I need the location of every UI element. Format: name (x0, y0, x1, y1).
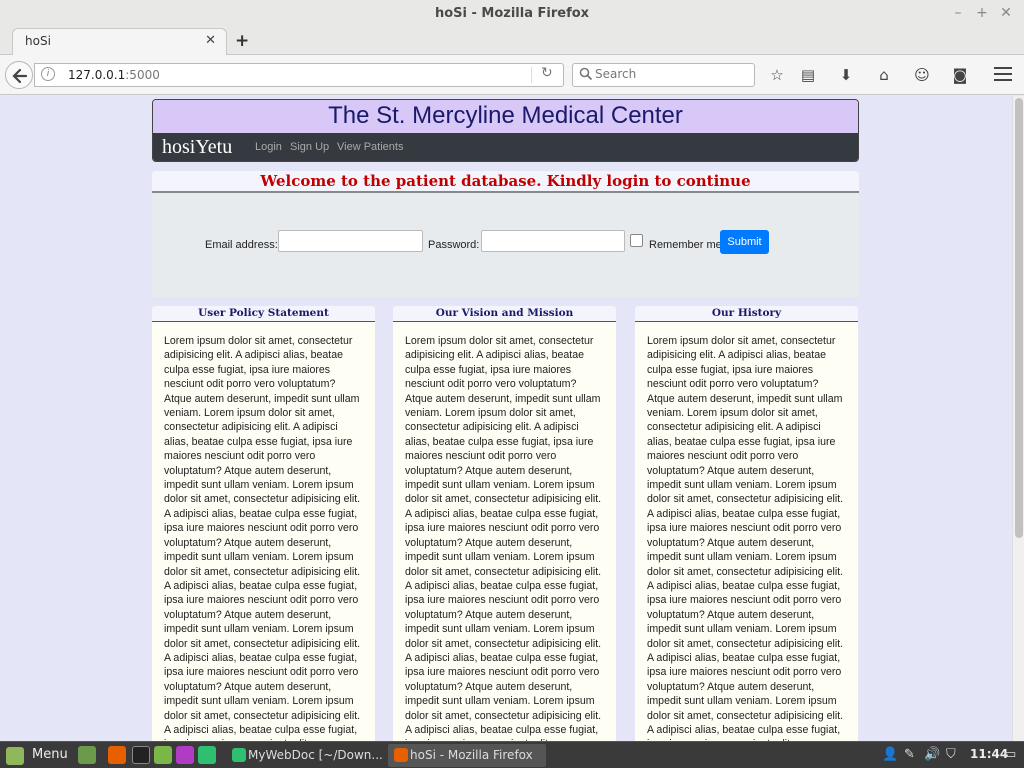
remember-me-checkbox[interactable] (630, 234, 643, 247)
card-title: Our History (635, 306, 858, 322)
remember-me-label: Remember me (649, 239, 722, 251)
close-window-icon[interactable]: ✕ (998, 5, 1014, 21)
firefox-task-icon (394, 748, 408, 762)
new-tab-icon[interactable]: + (235, 31, 249, 51)
mint-logo-icon (6, 747, 24, 765)
task-mywebdoc[interactable]: MyWebDoc [~/Down... (226, 744, 383, 767)
shield-icon[interactable]: ⛉ (946, 747, 956, 762)
files-launcher-icon[interactable] (154, 746, 172, 764)
nav-view-patients-link[interactable]: View Patients (337, 141, 403, 153)
password-label: Password: (428, 239, 480, 251)
bookmark-star-icon[interactable]: ☆ (767, 65, 787, 85)
desktop-taskbar: Menu MyWebDoc [~/Down... hoSi - Mozilla … (0, 741, 1024, 768)
pycharm-launcher-icon[interactable] (198, 746, 216, 764)
url-bar[interactable]: i 127.0.0.1:5000 ↻ (34, 63, 564, 87)
site-navbar: hosiYetu Login Sign Up View Patients (153, 133, 858, 161)
volume-icon[interactable]: 🔊 (924, 747, 940, 762)
policy-card: User Policy Statement Lorem ipsum dolor … (152, 306, 375, 741)
browser-tab[interactable]: hoSi ✕ (12, 28, 227, 55)
browser-toolbar: i 127.0.0.1:5000 ↻ ☆ ▤ ⬇ ⌂ ☺ ◙ (0, 55, 1024, 95)
url-text[interactable]: 127.0.0.1:5000 (68, 68, 160, 82)
email-field[interactable] (278, 230, 423, 252)
submit-button[interactable]: Submit (720, 230, 769, 254)
card-body: Lorem ipsum dolor sit amet, consectetur … (405, 335, 602, 741)
welcome-heading: Welcome to the patient database. Kindly … (152, 171, 859, 193)
firefox-launcher-icon[interactable] (108, 746, 126, 764)
window-title: hoSi - Mozilla Firefox (434, 6, 590, 21)
nav-login-link[interactable]: Login (255, 141, 282, 153)
back-arrow-icon (12, 68, 28, 84)
search-box[interactable] (572, 63, 755, 87)
phpstorm-launcher-icon[interactable] (176, 746, 194, 764)
reading-list-icon[interactable]: ▤ (798, 65, 818, 85)
page-viewport: The St. Mercyline Medical Center hosiYet… (0, 96, 1024, 741)
hamburger-menu-icon[interactable] (994, 67, 1012, 85)
start-menu-button[interactable]: Menu (4, 745, 68, 766)
email-label: Email address: (205, 239, 278, 251)
tab-strip: hoSi ✕ + (0, 28, 1024, 55)
site-info-icon[interactable]: i (41, 67, 55, 81)
network-icon[interactable]: ✎ (904, 747, 915, 762)
clock: 11:44 (970, 747, 1009, 761)
show-desktop-icon[interactable] (78, 746, 96, 764)
pycharm-task-icon (232, 748, 246, 762)
card-body: Lorem ipsum dolor sit amet, consectetur … (647, 335, 844, 741)
card-title: Our Vision and Mission (393, 306, 616, 322)
tab-title: hoSi (25, 34, 51, 48)
search-input[interactable] (595, 67, 745, 81)
chat-icon[interactable]: ☺ (912, 65, 932, 85)
nav-signup-link[interactable]: Sign Up (290, 141, 329, 153)
history-card: Our History Lorem ipsum dolor sit amet, … (635, 306, 858, 741)
site-header: The St. Mercyline Medical Center hosiYet… (152, 99, 859, 162)
password-field[interactable] (481, 230, 625, 252)
login-form: Email address: Password: Remember me Sub… (152, 193, 859, 297)
maximize-icon[interactable]: + (974, 5, 990, 21)
vision-card: Our Vision and Mission Lorem ipsum dolor… (393, 306, 616, 741)
reload-icon[interactable]: ↻ (541, 65, 553, 81)
user-icon[interactable]: 👤 (882, 747, 898, 762)
tab-close-icon[interactable]: ✕ (205, 33, 216, 48)
terminal-launcher-icon[interactable] (132, 746, 150, 764)
minimize-icon[interactable]: – (950, 5, 966, 21)
url-separator (531, 67, 532, 83)
search-icon (579, 67, 593, 81)
pocket-icon[interactable]: ◙ (950, 65, 970, 85)
downloads-icon[interactable]: ⬇ (836, 65, 856, 85)
card-body: Lorem ipsum dolor sit amet, consectetur … (164, 335, 361, 741)
back-button[interactable] (5, 61, 33, 89)
card-title: User Policy Statement (152, 306, 375, 322)
window-titlebar: hoSi - Mozilla Firefox – + ✕ (0, 0, 1024, 28)
site-title: The St. Mercyline Medical Center (153, 100, 858, 133)
task-firefox[interactable]: hoSi - Mozilla Firefox (388, 744, 546, 767)
display-icon[interactable]: ▭ (1004, 747, 1016, 762)
scrollbar-thumb[interactable] (1015, 98, 1023, 538)
brand-link[interactable]: hosiYetu (162, 136, 232, 159)
home-icon[interactable]: ⌂ (874, 65, 894, 85)
page-scrollbar[interactable] (1012, 96, 1024, 741)
